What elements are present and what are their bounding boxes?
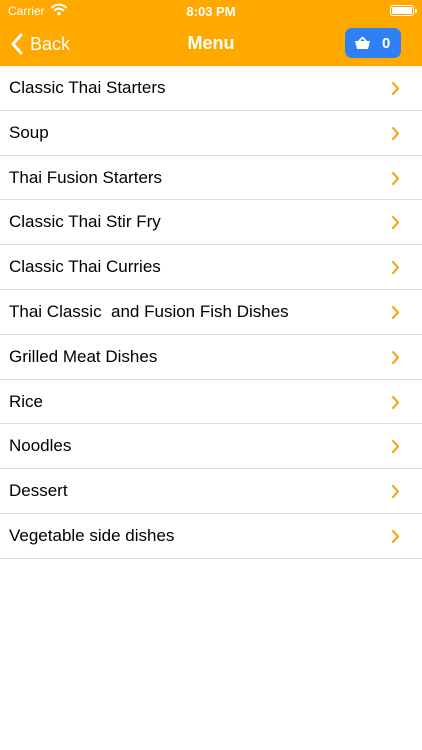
chevron-right-icon [391,216,400,230]
chevron-right-icon [391,395,400,409]
menu-category-label: Noodles [9,436,72,456]
menu-category-label: Soup [9,122,49,142]
battery-icon [390,5,417,16]
menu-category-label: Dessert [9,481,68,501]
chevron-right-icon [391,81,400,96]
status-time: 8:03 PM [186,4,236,19]
chevron-right-icon [391,126,400,140]
status-bar: Carrier 8:03 PM [0,0,422,22]
menu-category-row[interactable]: Soup [0,111,422,156]
menu-category-label: Grilled Meat Dishes [9,346,158,366]
menu-category-row[interactable]: Vegetable side dishes [0,514,422,559]
chevron-right-icon [391,171,400,185]
chevron-right-icon [391,485,400,499]
basket-count: 0 [382,34,391,52]
basket-icon [355,36,370,49]
menu-category-label: Classic Thai Starters [9,78,166,97]
chevron-right-icon [391,350,400,364]
menu-category-row[interactable]: Grilled Meat Dishes [0,335,422,380]
navigation-bar: Back Menu 0 [0,22,422,66]
chevron-right-icon [391,261,400,275]
menu-category-row[interactable]: Thai Classic and Fusion Fish Dishes [0,290,422,335]
menu-category-row[interactable]: Dessert [0,469,422,514]
menu-category-label: Vegetable side dishes [9,525,175,545]
menu-category-row[interactable]: Noodles [0,424,422,470]
menu-category-label: Classic Thai Stir Fry [9,212,161,232]
menu-category-row[interactable]: Classic Thai Curries [0,245,422,290]
menu-category-list: Classic Thai Starters Soup Thai Fusion S… [0,66,422,559]
chevron-right-icon [391,305,400,320]
basket-button[interactable]: 0 [345,28,401,58]
chevron-right-icon [391,529,400,544]
menu-category-label: Rice [9,391,44,411]
menu-category-label: Classic Thai Curries [9,257,161,277]
menu-category-row[interactable]: Classic Thai Starters [0,66,422,111]
chevron-right-icon [391,440,400,454]
menu-category-row[interactable]: Thai Fusion Starters [0,156,422,201]
menu-category-label: Thai Classic and Fusion Fish Dishes [9,301,289,321]
menu-category-row[interactable]: Classic Thai Stir Fry [0,200,422,246]
top-bar: Carrier 8:03 PM Back Menu 0 [0,0,422,66]
menu-category-row[interactable]: Rice [0,380,422,425]
menu-category-label: Thai Fusion Starters [9,167,163,187]
